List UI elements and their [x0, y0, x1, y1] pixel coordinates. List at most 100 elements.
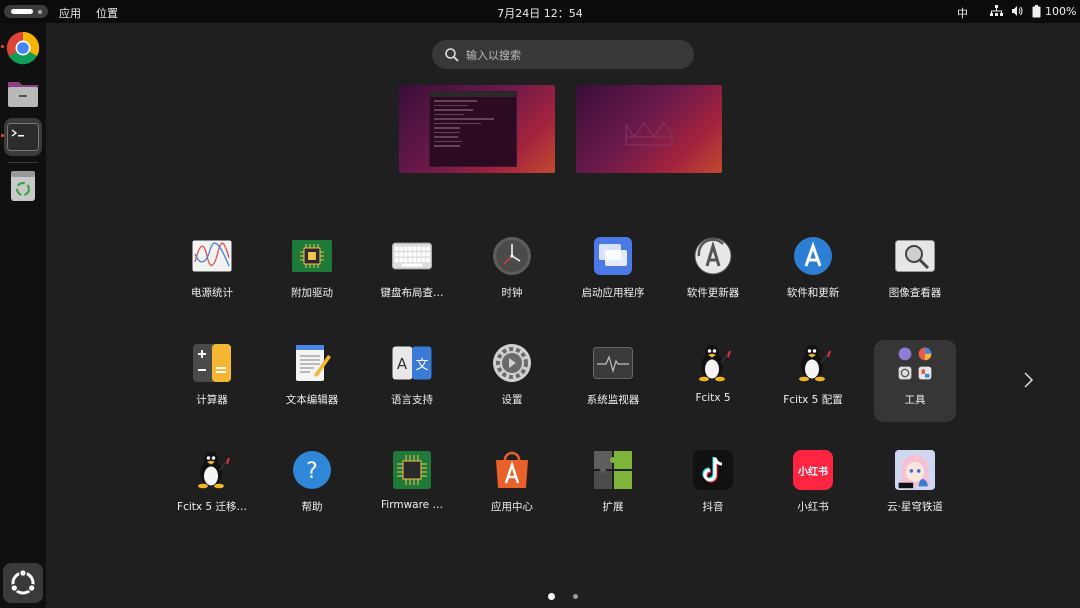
app-tile[interactable]: Firmware … [371, 447, 453, 529]
app-label: 扩展 [602, 501, 624, 513]
game-icon [895, 450, 935, 490]
app-tile[interactable]: 计算器 [171, 340, 253, 422]
search-icon [445, 47, 459, 62]
tux-icon [793, 343, 833, 383]
dock-separator [8, 162, 38, 163]
extensions-icon [593, 450, 633, 490]
clock-icon [492, 236, 532, 276]
text-editor-icon [292, 343, 332, 383]
ubuntu-icon [10, 569, 36, 595]
app-label: 应用中心 [491, 501, 533, 513]
power-statistics-icon [192, 236, 232, 276]
app-label: 附加驱动 [291, 287, 333, 299]
chip-icon [292, 236, 332, 276]
app-tile[interactable]: 云·星穹铁道 [874, 447, 956, 529]
svg-text:小红书: 小红书 [797, 465, 828, 478]
folder-icon [8, 82, 38, 107]
app-tile[interactable]: ? 帮助 [271, 447, 353, 529]
app-tile[interactable]: 键盘布局查… [371, 233, 453, 315]
trash-icon [11, 171, 35, 201]
app-tile[interactable]: 电源统计 [171, 233, 253, 315]
image-viewer-icon [895, 236, 935, 276]
workspace-thumbnail-2[interactable] [576, 85, 722, 173]
ubuntu-wallpaper-crown [625, 121, 673, 146]
app-label: 系统监视器 [586, 394, 640, 406]
app-tile[interactable]: 系统监视器 [572, 340, 654, 422]
folder-tools-icon [895, 343, 935, 383]
calculator-icon [192, 343, 232, 383]
software-updater-icon [693, 236, 733, 276]
app-label: Firmware … [381, 499, 443, 511]
terminal-icon [7, 123, 39, 151]
terminal-window-thumbnail[interactable] [429, 91, 517, 167]
app-tile[interactable]: 文本编辑器 [271, 340, 353, 422]
app-label: 图像查看器 [888, 287, 942, 299]
network-icon[interactable] [990, 5, 1003, 17]
app-label: 软件更新器 [686, 287, 740, 299]
software-update-icon [793, 236, 833, 276]
app-tile[interactable]: 工具 [874, 340, 956, 422]
app-tile[interactable]: 软件更新器 [672, 233, 754, 315]
app-tile[interactable]: Fcitx 5 [672, 340, 754, 422]
app-label: 语言支持 [391, 394, 433, 406]
tux-icon [693, 343, 733, 383]
keyboard-icon [392, 236, 432, 276]
app-label: Fcitx 5 [695, 392, 731, 404]
app-tile[interactable]: Fcitx 5 配置 [772, 340, 854, 422]
app-label: Fcitx 5 配置 [783, 394, 843, 406]
svg-text:文: 文 [415, 358, 428, 373]
app-label: 启动应用程序 [581, 287, 645, 299]
tux-icon [192, 450, 232, 490]
app-label: 设置 [501, 394, 523, 406]
app-label: 工具 [904, 394, 926, 406]
search-bar[interactable]: 输入以搜索 [432, 40, 694, 69]
settings-icon [492, 343, 532, 383]
dock-terminal[interactable] [4, 118, 42, 156]
app-tile[interactable]: 应用中心 [471, 447, 553, 529]
workspace-thumbnail-1[interactable] [399, 85, 555, 173]
clock[interactable]: 7月24日 12：54 [0, 5, 1080, 21]
app-label: 计算器 [196, 394, 228, 406]
dock-files[interactable] [4, 74, 42, 112]
top-bar: 应用 位置 7月24日 12：54 中 100% [0, 0, 1080, 23]
volume-icon[interactable] [1011, 5, 1023, 17]
app-center-icon [492, 450, 532, 490]
app-label: 键盘布局查… [380, 287, 444, 299]
app-tile[interactable]: 抖音 [672, 447, 754, 529]
app-label: 软件和更新 [786, 287, 840, 299]
app-label: 帮助 [301, 501, 323, 513]
page-indicator-2[interactable] [573, 594, 578, 599]
app-tile[interactable]: 附加驱动 [271, 233, 353, 315]
language-icon: A文 [392, 343, 432, 383]
chevron-right-icon[interactable] [1020, 368, 1036, 392]
app-label: 抖音 [702, 501, 724, 513]
startup-apps-icon [593, 236, 633, 276]
svg-text:A: A [397, 355, 408, 373]
app-label: 云·星穹铁道 [887, 501, 943, 513]
app-tile[interactable]: Fcitx 5 迁移… [171, 447, 253, 529]
xiaohongshu-icon: 小红书 [793, 450, 833, 490]
app-label: 电源统计 [191, 287, 233, 299]
page-indicator-1[interactable] [548, 593, 555, 600]
app-tile[interactable]: A 文语言支持 [371, 340, 453, 422]
battery-icon[interactable] [1032, 5, 1041, 18]
dock-trash[interactable] [4, 167, 42, 205]
app-tile[interactable]: 设置 [471, 340, 553, 422]
app-label: 文本编辑器 [285, 394, 339, 406]
dock [0, 23, 46, 608]
app-label: 时钟 [501, 287, 523, 299]
app-tile[interactable]: 启动应用程序 [572, 233, 654, 315]
app-tile[interactable]: 小红书 小红书 [772, 447, 854, 529]
douyin-icon [693, 450, 733, 490]
app-tile[interactable]: 时钟 [471, 233, 553, 315]
system-monitor-icon [593, 343, 633, 383]
dock-chrome[interactable] [4, 29, 42, 67]
show-apps-button[interactable] [3, 563, 43, 603]
app-tile[interactable]: 软件和更新 [772, 233, 854, 315]
battery-percentage: 100% [1045, 5, 1077, 18]
app-tile[interactable]: 扩展 [572, 447, 654, 529]
input-method-indicator[interactable]: 中 [957, 5, 968, 21]
app-tile[interactable]: 图像查看器 [874, 233, 956, 315]
help-icon: ? [292, 450, 332, 490]
firmware-icon [392, 450, 432, 490]
